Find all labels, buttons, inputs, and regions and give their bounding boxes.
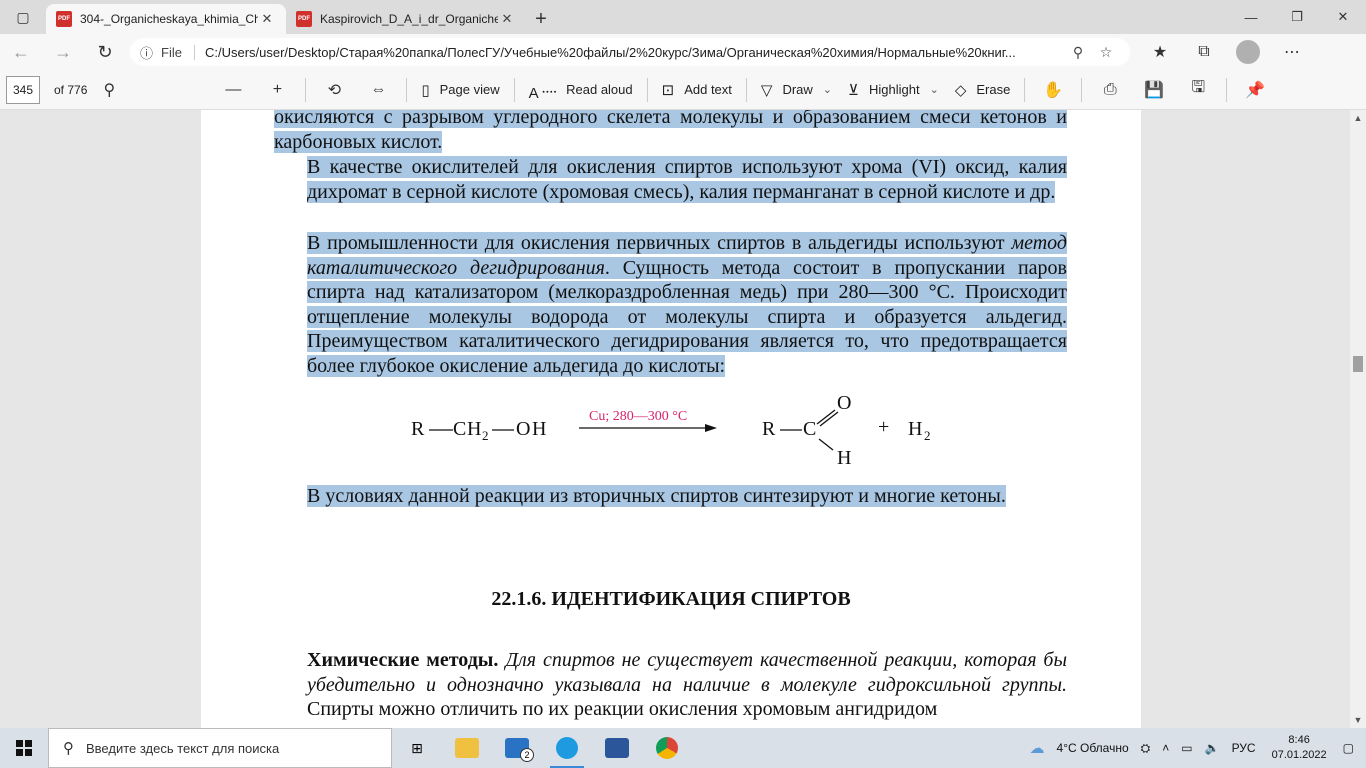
chevron-up-icon[interactable]: ˄ [1162,741,1169,755]
taskbar-search[interactable]: ⚲ Введите здесь текст для поиска [48,728,392,768]
mail-app[interactable]: 2 [492,728,542,768]
pdf-viewer: окисляются с разрывом углеродного скелет… [0,110,1366,728]
chevron-down-icon[interactable]: ⌄ [930,83,939,96]
add-text-button[interactable]: ⊡ Add text [654,70,740,110]
tab-active[interactable]: PDF 304-_Organicheskaya_khimia_Ch ✕ [46,4,286,34]
tab-title: Kaspirovich_D_A_i_dr_Organiche [320,12,498,26]
page-total: of 776 [54,82,88,97]
clock[interactable]: 8:46 07.01.2022 [1272,733,1327,763]
tab-actions-icon[interactable]: ▢ [0,0,46,34]
address-bar: ← → ↻ ⓘ File C:/Users/user/Desktop/Стара… [0,34,1366,70]
scroll-up-icon[interactable]: ▲ [1350,110,1366,126]
close-window-icon[interactable]: ✕ [1320,0,1366,34]
url-text[interactable]: C:/Users/user/Desktop/Старая%20папка/Пол… [205,45,1064,60]
zoom-in-icon[interactable]: + [255,70,299,110]
save-as-icon[interactable]: 🖫 [1176,70,1220,110]
notification-icon[interactable]: ▢ [1343,741,1354,755]
people-icon[interactable]: ⛭ [1141,741,1151,756]
read-aloud-button[interactable]: A᠁ Read aloud [521,70,641,110]
system-tray: ☁ 4°C Облачно ⛭ ˄ ▭ 🔈 РУС 8:46 07.01.202… [1024,728,1366,768]
paragraph-3: В промышленности для окисления первичных… [307,232,1068,377]
tab-strip: ▢ PDF 304-_Organicheskaya_khimia_Ch ✕ PD… [0,0,1366,34]
refresh-button[interactable]: ↻ [84,34,126,70]
volume-icon[interactable]: 🔈 [1205,741,1220,755]
bond-line [492,429,514,431]
bond-line [780,429,802,431]
edge-icon [556,737,578,759]
touch-icon[interactable]: ✋ [1031,70,1075,110]
zoom-icon[interactable]: ⚲ [1064,44,1092,61]
favorites-icon[interactable]: ★ [1138,34,1182,70]
draw-icon: ▽ [760,81,773,99]
taskbar: ⚲ Введите здесь текст для поиска ⊞ 2 ☁ 4… [0,728,1366,768]
section-heading: 22.1.6. ИДЕНТИФИКАЦИЯ СПИРТОВ [491,588,851,610]
tab-inactive[interactable]: PDF Kaspirovich_D_A_i_dr_Organiche ✕ [286,4,526,34]
print-icon[interactable]: ⎙ [1088,70,1132,110]
window-controls: — ❐ ✕ [1228,0,1366,34]
add-favorite-icon[interactable]: ☆ [1092,44,1120,61]
chrome-app[interactable] [642,728,692,768]
minimize-icon[interactable]: — [1228,0,1274,34]
chrome-icon [656,737,678,759]
edge-app[interactable] [542,728,592,768]
folder-icon [455,738,479,758]
pdf-toolbar: 345 of 776 ⚲ — + ⟲ ⇔ ▯ Page view A᠁ Read… [0,70,1366,110]
scroll-down-icon[interactable]: ▼ [1350,712,1366,728]
bond-line [429,429,453,431]
scroll-thumb[interactable] [1353,356,1363,372]
start-button[interactable] [0,728,48,768]
new-tab-button[interactable]: + [526,4,556,34]
highlight-icon: ⊻ [848,81,859,99]
info-icon[interactable]: ⓘ [140,43,153,62]
rotate-icon[interactable]: ⟲ [312,70,356,110]
windows-icon [16,740,32,756]
restore-icon[interactable]: ❐ [1274,0,1320,34]
word-icon [605,738,629,758]
chevron-down-icon[interactable]: ⌄ [823,83,832,96]
url-box[interactable]: ⓘ File C:/Users/user/Desktop/Старая%20па… [130,38,1130,66]
pin-icon[interactable]: 📌 [1233,70,1277,110]
paragraph-4: В условиях данной реакции из вторичных с… [307,485,1006,507]
eraser-icon: ◇ [954,81,967,99]
file-label: File [161,44,195,60]
fit-page-icon[interactable]: ⇔ [356,70,400,110]
page-view-icon: ▯ [421,81,430,99]
menu-icon[interactable]: ⋯ [1270,34,1314,70]
back-button[interactable]: ← [0,34,42,70]
scrollbar[interactable]: ▲ ▼ [1350,110,1366,728]
tab-title: 304-_Organicheskaya_khimia_Ch [80,12,258,26]
read-aloud-icon: A᠁ [528,84,557,102]
paragraph-1: окисляются с разрывом углеродного скелет… [274,110,1067,154]
erase-button[interactable]: ◇ Erase [947,70,1019,110]
collections-icon[interactable]: ⧉ [1182,34,1226,70]
pdf-page: окисляются с разрывом углеродного скелет… [201,110,1141,728]
paragraph-2: В качестве окислителей для окисления спи… [307,156,1067,203]
reaction-arrow-icon [579,424,717,432]
close-icon[interactable]: ✕ [258,11,276,27]
highlight-button[interactable]: ⊻ Highlight ⌄ [840,70,947,110]
paragraph-5: Химические методы. Для спиртов не сущест… [307,649,1068,720]
weather-text[interactable]: 4°C Облачно [1057,741,1129,755]
word-app[interactable] [592,728,642,768]
add-text-icon: ⊡ [661,81,675,99]
save-icon[interactable]: 💾 [1132,70,1176,110]
network-icon[interactable]: ▭ [1181,741,1192,755]
page-view-button[interactable]: ▯ Page view [413,70,507,110]
page-number-input[interactable]: 345 [6,75,40,104]
forward-button[interactable]: → [42,34,84,70]
search-icon[interactable]: ⚲ [87,70,131,110]
zoom-out-icon[interactable]: — [211,70,255,110]
language-indicator[interactable]: РУС [1232,741,1256,755]
avatar[interactable] [1236,40,1260,64]
close-icon[interactable]: ✕ [498,11,516,27]
draw-button[interactable]: ▽ Draw ⌄ [753,70,840,110]
search-icon: ⚲ [63,740,74,757]
task-view-icon[interactable]: ⊞ [392,728,442,768]
pdf-icon: PDF [296,11,312,27]
mail-badge: 2 [520,748,534,762]
weather-icon[interactable]: ☁ [1030,739,1045,757]
pdf-icon: PDF [56,11,72,27]
explorer-app[interactable] [442,728,492,768]
browser-actions: ★ ⧉ ⋯ [1138,34,1314,70]
